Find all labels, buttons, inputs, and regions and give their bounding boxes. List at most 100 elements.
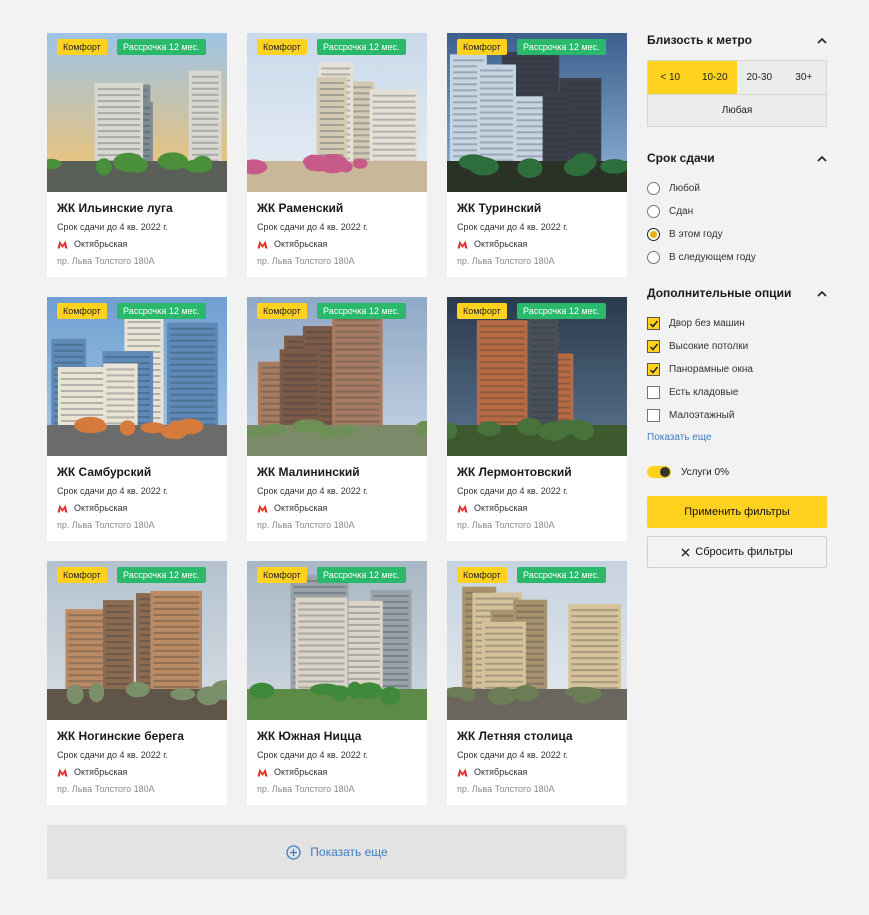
extra-options-title: Дополнительные опции: [647, 286, 792, 300]
deadline-filter-header[interactable]: Срок сдачи: [647, 148, 827, 168]
metro-line: Октябрьская: [457, 239, 617, 250]
installment-badge: Рассрочка 12 мес.: [117, 567, 206, 583]
metro-option[interactable]: 10-20: [692, 61, 737, 94]
filters-sidebar: Близость к метро < 10 10-20 20-30 30+ Любая…: [647, 30, 827, 568]
checkbox[interactable]: [647, 340, 660, 353]
chevron-up-icon[interactable]: [817, 155, 827, 162]
metro-icon: [457, 504, 468, 513]
complex-card[interactable]: Комфорт Рассрочка 12 мес. ЖК Летняя стол…: [447, 561, 627, 805]
complex-photo[interactable]: Комфорт Рассрочка 12 мес.: [47, 561, 227, 720]
services-toggle[interactable]: [647, 466, 671, 478]
complex-title[interactable]: ЖК Ногинские берега: [57, 729, 217, 743]
metro-icon: [57, 768, 68, 777]
class-badge: Комфорт: [257, 567, 307, 583]
class-badge: Комфорт: [457, 39, 507, 55]
reset-filters-button[interactable]: Сбросить фильтры: [647, 536, 827, 568]
complex-photo[interactable]: Комфорт Рассрочка 12 мес.: [247, 561, 427, 720]
complex-card[interactable]: Комфорт Рассрочка 12 мес. ЖК Ильинские л…: [47, 33, 227, 277]
complex-title[interactable]: ЖК Ильинские луга: [57, 201, 217, 215]
complex-photo[interactable]: Комфорт Рассрочка 12 мес.: [447, 33, 627, 192]
metro-line: Октябрьская: [57, 239, 217, 250]
radio-button[interactable]: [647, 182, 660, 195]
metro-option[interactable]: 20-30: [737, 61, 782, 94]
complex-photo[interactable]: Комфорт Рассрочка 12 мес.: [247, 33, 427, 192]
complex-title[interactable]: ЖК Раменский: [257, 201, 417, 215]
metro-icon: [257, 768, 268, 777]
metro-icon: [457, 240, 468, 249]
extra-option-item[interactable]: Малоэтажный: [647, 404, 827, 427]
extra-option-item[interactable]: Панорамные окна: [647, 358, 827, 381]
extra-options-group: Двор без машин Высокие потолки Панорамные …: [647, 312, 827, 427]
complex-card[interactable]: Комфорт Рассрочка 12 мес. ЖК Малининский…: [247, 297, 427, 541]
complex-photo[interactable]: Комфорт Рассрочка 12 мес.: [447, 561, 627, 720]
deadline-text: Срок сдачи до 4 кв. 2022 г.: [57, 750, 168, 760]
show-more-button[interactable]: Показать еще: [47, 825, 627, 879]
extra-option-item[interactable]: Высокие потолки: [647, 335, 827, 358]
metro-option[interactable]: 30+: [782, 61, 827, 94]
metro-icon: [57, 504, 68, 513]
deadline-radio-item[interactable]: Сдан: [647, 200, 827, 223]
metro-station: Октябрьская: [474, 239, 528, 249]
building-photo: [247, 297, 427, 456]
checkmark-icon: [649, 343, 659, 351]
installment-badge: Рассрочка 12 мес.: [317, 39, 406, 55]
radio-button[interactable]: [647, 228, 660, 241]
metro-station: Октябрьская: [74, 239, 128, 249]
complex-title[interactable]: ЖК Самбурский: [57, 465, 217, 479]
extra-option-item[interactable]: Двор без машин: [647, 312, 827, 335]
metro-option[interactable]: < 10: [648, 61, 693, 94]
complex-photo[interactable]: Комфорт Рассрочка 12 мес.: [47, 33, 227, 192]
deadline-radio-item[interactable]: Любой: [647, 177, 827, 200]
radio-label: В следующем году: [669, 252, 756, 263]
building-photo: [447, 33, 627, 192]
apply-filters-button[interactable]: Применить фильтры: [647, 496, 827, 528]
complex-card[interactable]: Комфорт Рассрочка 12 мес. ЖК Лермонтовск…: [447, 297, 627, 541]
metro-station: Октябрьская: [274, 767, 328, 777]
deadline-text: Срок сдачи до 4 кв. 2022 г.: [257, 750, 368, 760]
apply-filters-label: Применить фильтры: [684, 506, 790, 518]
complex-photo[interactable]: Комфорт Рассрочка 12 мес.: [47, 297, 227, 456]
extra-option-item[interactable]: Есть кладовые: [647, 381, 827, 404]
class-badge: Комфорт: [257, 39, 307, 55]
complex-title[interactable]: ЖК Малининский: [257, 465, 417, 479]
complex-title[interactable]: ЖК Туринский: [457, 201, 617, 215]
chevron-up-icon[interactable]: [817, 37, 827, 44]
complex-card[interactable]: Комфорт Рассрочка 12 мес. ЖК Самбурский …: [47, 297, 227, 541]
plus-circle-icon: [286, 844, 301, 860]
complex-card[interactable]: Комфорт Рассрочка 12 мес. ЖК Ногинские б…: [47, 561, 227, 805]
complex-card[interactable]: Комфорт Рассрочка 12 мес. ЖК Южная Ницца…: [247, 561, 427, 805]
complex-card[interactable]: Комфорт Рассрочка 12 мес. ЖК Туринский С…: [447, 33, 627, 277]
complex-card[interactable]: Комфорт Рассрочка 12 мес. ЖК Раменский С…: [247, 33, 427, 277]
deadline-text: Срок сдачи до 4 кв. 2022 г.: [257, 486, 368, 496]
checkbox[interactable]: [647, 386, 660, 399]
metro-filter-header[interactable]: Близость к метро: [647, 30, 827, 50]
complex-photo[interactable]: Комфорт Рассрочка 12 мес.: [447, 297, 627, 456]
checkbox-label: Панорамные окна: [669, 364, 753, 375]
checkbox[interactable]: [647, 409, 660, 422]
radio-button[interactable]: [647, 251, 660, 264]
metro-line: Октябрьская: [57, 503, 217, 514]
installment-badge: Рассрочка 12 мес.: [117, 303, 206, 319]
metro-option-any[interactable]: Любая: [648, 94, 826, 126]
complex-photo[interactable]: Комфорт Рассрочка 12 мес.: [247, 297, 427, 456]
building-photo: [47, 561, 227, 720]
deadline-radio-item[interactable]: В следующем году: [647, 246, 827, 269]
chevron-up-icon[interactable]: [817, 290, 827, 297]
services-toggle-row: Услуги 0%: [647, 466, 827, 478]
metro-station: Октябрьская: [74, 503, 128, 513]
services-toggle-label: Услуги 0%: [681, 466, 729, 478]
complex-title[interactable]: ЖК Лермонтовский: [457, 465, 617, 479]
checkbox[interactable]: [647, 317, 660, 330]
radio-button[interactable]: [647, 205, 660, 218]
extra-options-header[interactable]: Дополнительные опции: [647, 283, 827, 303]
complex-title[interactable]: ЖК Летняя столица: [457, 729, 617, 743]
checkmark-icon: [649, 320, 659, 328]
deadline-radio-item[interactable]: В этом году: [647, 223, 827, 246]
checkbox[interactable]: [647, 363, 660, 376]
metro-station: Октябрьская: [74, 767, 128, 777]
metro-line: Октябрьская: [257, 503, 417, 514]
extra-show-more-link[interactable]: Показать еще: [647, 432, 712, 443]
complex-title[interactable]: ЖК Южная Ницца: [257, 729, 417, 743]
building-photo: [247, 561, 427, 720]
deadline-text: Срок сдачи до 4 кв. 2022 г.: [57, 486, 168, 496]
